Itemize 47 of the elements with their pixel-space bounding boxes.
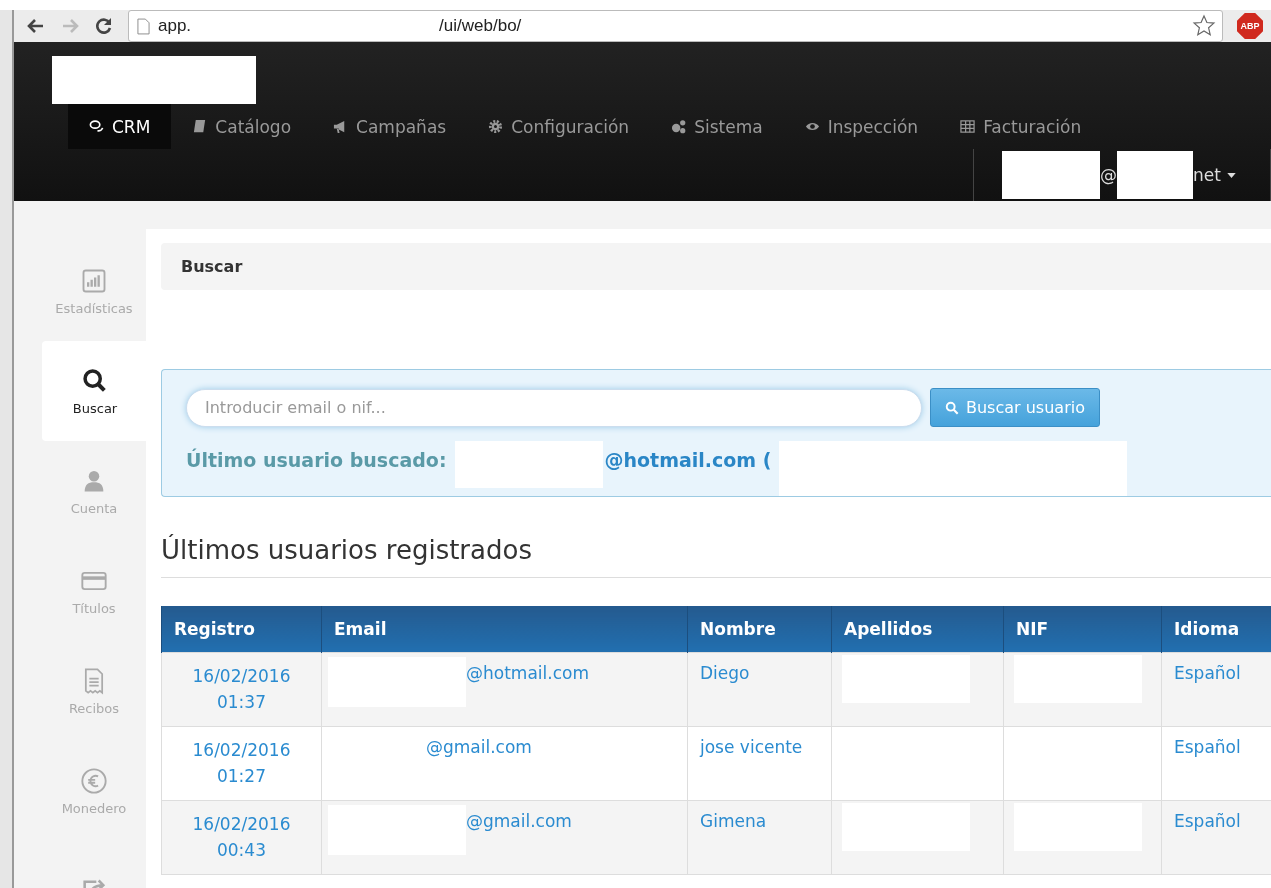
extension-badge[interactable]: ABP [1237,13,1263,39]
table-icon [960,119,976,134]
search-field[interactable]: Introducir email o nif... [186,388,922,427]
page-icon [137,17,150,35]
column-header: Idioma [1161,606,1271,652]
breadcrumb-text: Buscar [181,257,243,276]
name-link[interactable]: Diego [700,662,750,683]
gears-icon [671,119,687,134]
last-search-label: Último usuario buscado: [186,447,447,471]
sidebar-item[interactable]: Buscar [42,341,148,441]
nav-item[interactable]: Catálogo [171,104,313,149]
sidebar-item[interactable]: Cuenta [42,441,146,541]
caret-icon [1226,172,1236,178]
name-link[interactable]: Gimena [700,810,767,831]
nav-item[interactable]: Inspección [783,104,940,149]
address-bar[interactable]: app. /ui/web/bo/ [128,10,1223,42]
search-button[interactable]: Buscar usuario [930,388,1100,427]
last-search-link[interactable]: @hotmail.com ( [604,441,772,471]
euro-icon [80,766,108,795]
nav-item[interactable]: Sistema [650,104,784,149]
language-link[interactable]: Español [1174,810,1241,831]
nav-item[interactable]: CRM [68,104,172,149]
sidebar-item[interactable]: Recibos [42,641,146,741]
nav-item[interactable]: Campañas [312,104,468,149]
settings-icon [488,119,504,134]
user-menu[interactable]: @ net [973,149,1271,201]
sidebar-item[interactable]: Títulos [42,541,146,641]
sidebar-item[interactable]: Monedero [42,741,146,841]
column-header: Apellidos [831,606,1004,652]
search-icon [945,400,959,415]
reload-icon[interactable] [94,16,114,36]
book-icon [192,119,208,134]
nav-item[interactable]: Configuración [467,104,651,149]
email-link[interactable]: @hotmail.com [466,662,589,683]
column-header: Registro [161,606,322,652]
sidebar-item[interactable]: Estadísticas [42,241,146,341]
language-link[interactable]: Español [1174,736,1241,757]
column-header: NIF [1003,606,1162,652]
column-header: Nombre [687,606,832,652]
email-link[interactable]: @gmail.com [426,736,532,757]
star-icon[interactable] [1192,14,1216,38]
email-link[interactable]: @gmail.com [466,810,572,831]
nav-item[interactable]: Facturación [939,104,1103,149]
language-link[interactable]: Español [1174,662,1241,683]
chat-icon [89,119,104,134]
section-heading: Últimos usuarios registrados [161,535,1271,578]
column-header: Email [321,606,688,652]
